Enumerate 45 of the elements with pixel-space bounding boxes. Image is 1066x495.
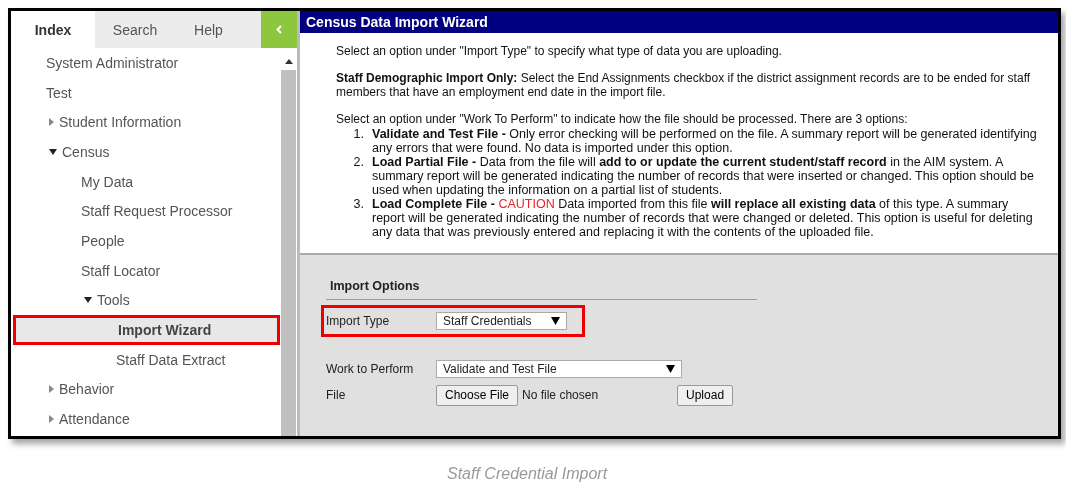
option-description: Load Partial File - Data from the file will add to or update the current student/staff record in the AIM system. A summary report will be generated indicating the number of records that were inserted or changed. This option should be used when updating the information on a partial list of students. [372, 155, 1035, 197]
upload-button[interactable]: Upload [677, 384, 734, 406]
tree-item[interactable]: Staff Locator [11, 255, 280, 286]
dropdown[interactable]: Validate and Test File [436, 360, 682, 378]
chevron-left-icon [276, 25, 282, 34]
tree-item[interactable]: Tools [11, 285, 280, 316]
section-heading: Import Options [329, 279, 421, 293]
list-number: 1. [352, 127, 365, 143]
caption: Staff Credential Import [447, 465, 609, 483]
tree-item[interactable]: Staff Request Processor [11, 196, 280, 227]
tree-item[interactable]: Behavior [11, 374, 280, 405]
choose-file-button[interactable]: Choose File [436, 384, 519, 406]
instruction-text: Select an option under "Import Type" to specify what type of data you are uploading. [336, 44, 783, 58]
tree-item[interactable]: My Data [11, 166, 280, 197]
tree-item[interactable]: System Administrator [11, 48, 280, 78]
tab[interactable]: Help [175, 11, 242, 48]
expand-arrow-icon[interactable] [49, 118, 54, 127]
tab[interactable]: Search [95, 11, 175, 48]
scroll-up-icon[interactable] [284, 59, 293, 64]
tree-item[interactable]: Census [11, 137, 280, 167]
option-description: Load Complete File - CAUTION Data imported from this file will replace all existing data of this type. A summary report will be generated indicating the number of records that were changed or deleted. This option is useful for deleting any data that was previously entered and replacing it with the contents of the uploaded file. [372, 197, 1034, 239]
tree-item[interactable]: Test [11, 77, 280, 108]
instruction-text: Staff Demographic Import Only: Select the End Assignments checkbox if the district assignment records are to be ended for staff members that have an employment end date in the import file. [336, 71, 1032, 99]
expand-arrow-icon[interactable] [49, 385, 54, 394]
collapse-arrow-icon[interactable] [49, 148, 57, 155]
tree-item[interactable]: Student Information [11, 107, 280, 138]
tree-item[interactable]: Attendance [11, 404, 280, 434]
instruction-text: Select an option under "Work To Perform" to indicate how the file should be processed. There are 3 options: [336, 112, 909, 126]
file-status: No file chosen [522, 388, 600, 402]
tab[interactable]: Index [11, 11, 95, 48]
dropdown-caret-icon [666, 365, 675, 373]
field-label: Import Type [326, 314, 391, 328]
field-label: Work to Perform [326, 362, 415, 376]
option-description: Validate and Test File - Only error checking will be performed on the file. A summary report will be generated identifying any errors that were found. No data is imported under this option. [372, 127, 1038, 155]
tree-item[interactable]: Import Wizard [13, 315, 280, 345]
dropdown[interactable]: Staff Credentials [436, 312, 567, 330]
list-number: 3. [352, 197, 365, 213]
expand-arrow-icon[interactable] [49, 415, 54, 424]
list-number: 2. [352, 155, 365, 171]
panel-title: Census Data Import Wizard [300, 11, 1058, 33]
tree-item[interactable]: People [11, 226, 280, 256]
dropdown-caret-icon [551, 317, 560, 325]
tree-item[interactable]: Staff Data Extract [11, 344, 280, 375]
field-label: File [326, 388, 347, 402]
collapse-arrow-icon[interactable] [84, 297, 92, 304]
